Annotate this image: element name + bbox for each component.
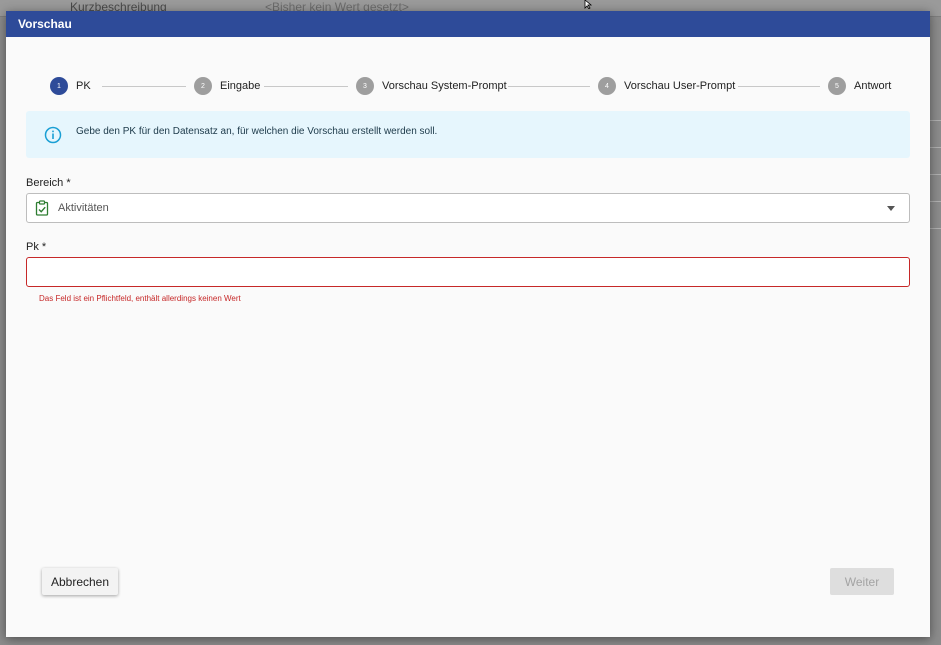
mouse-cursor-icon	[584, 0, 593, 9]
step-connector	[102, 86, 186, 87]
stepper: 1 PK 2 Eingabe 3 Vorschau System-Prompt …	[50, 77, 891, 97]
background-divider-lines	[929, 120, 941, 250]
pk-error-message: Das Feld ist ein Pflichtfeld, enthält al…	[39, 294, 241, 303]
step-number: 5	[828, 77, 846, 95]
bereich-value: Aktivitäten	[58, 202, 109, 214]
step-connector	[508, 86, 590, 87]
step-number: 1	[50, 77, 68, 95]
bereich-select[interactable]: Aktivitäten	[26, 193, 910, 223]
step-connector	[738, 86, 820, 87]
info-text: Gebe den PK für den Datensatz an, für we…	[76, 126, 438, 137]
step-antwort[interactable]: 5 Antwort	[828, 77, 891, 95]
step-label: Eingabe	[220, 80, 261, 92]
preview-dialog: Vorschau 1 PK 2 Eingabe 3 Vorschau Syste…	[6, 11, 930, 637]
chevron-down-icon[interactable]	[887, 206, 895, 211]
info-circle-icon	[44, 126, 62, 144]
step-label: Vorschau User-Prompt	[624, 80, 736, 92]
clipboard-check-icon	[35, 200, 49, 216]
pk-label: Pk *	[26, 241, 47, 253]
bereich-label: Bereich *	[26, 177, 71, 189]
next-button[interactable]: Weiter	[830, 568, 894, 595]
step-vorschau-user-prompt[interactable]: 4 Vorschau User-Prompt	[598, 77, 735, 95]
cancel-button[interactable]: Abbrechen	[42, 568, 118, 595]
step-number: 4	[598, 77, 616, 95]
dialog-title: Vorschau	[6, 11, 930, 37]
step-number: 2	[194, 77, 212, 95]
step-eingabe[interactable]: 2 Eingabe	[194, 77, 260, 95]
pk-input[interactable]	[26, 257, 910, 287]
info-box: Gebe den PK für den Datensatz an, für we…	[26, 111, 910, 158]
step-number: 3	[356, 77, 374, 95]
step-vorschau-system-prompt[interactable]: 3 Vorschau System-Prompt	[356, 77, 507, 95]
step-connector	[264, 86, 348, 87]
step-pk[interactable]: 1 PK	[50, 77, 91, 95]
step-label: Antwort	[854, 80, 892, 92]
step-label: Vorschau System-Prompt	[382, 80, 507, 92]
step-label: PK	[76, 80, 91, 92]
